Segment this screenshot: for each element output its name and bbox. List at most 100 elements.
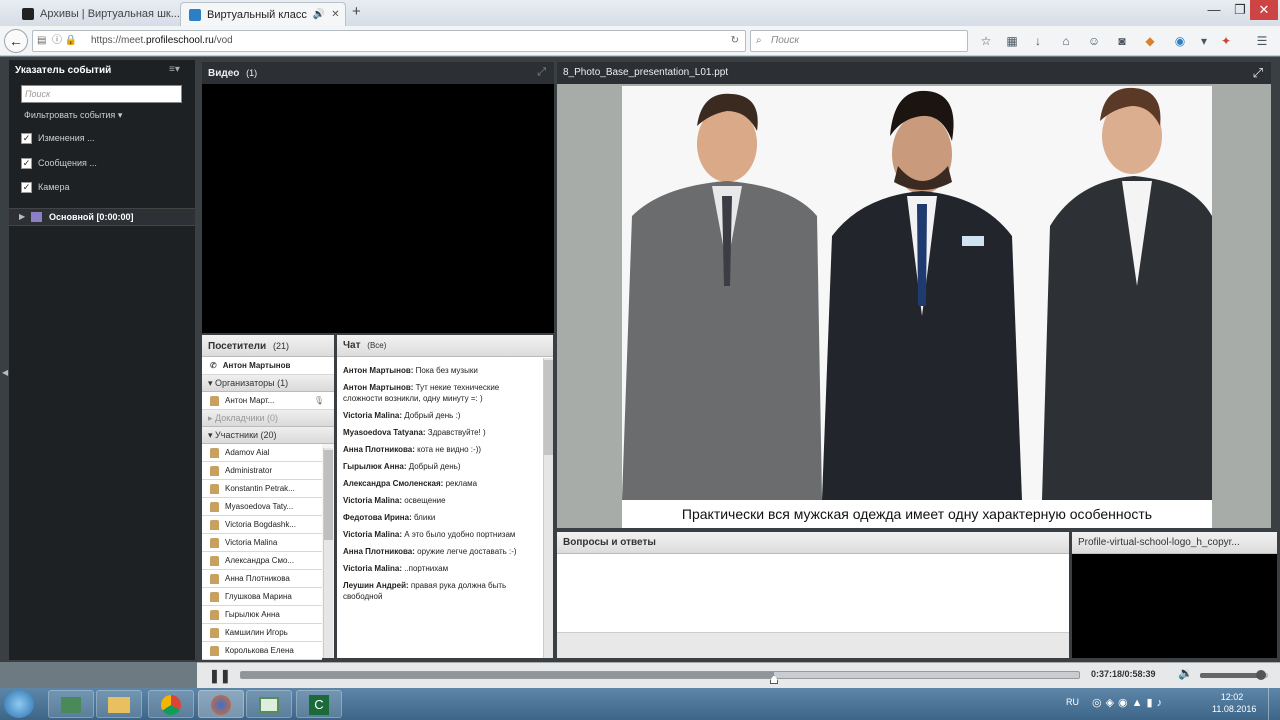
list-item[interactable]: Королькова Елена [202,642,322,660]
close-window-icon[interactable]: ✕ [1250,0,1278,20]
menu-icon[interactable]: ☰ [1254,33,1270,49]
timeline-main-item[interactable]: ▶ Основной [0:00:00] [9,208,195,226]
chat-panel: Чат (Все) Антон Мартынов: Пока без музык… [337,335,553,658]
participants-group[interactable]: ▾ Участники (20) [202,427,334,444]
qa-title: Вопросы и ответы [557,532,1069,554]
addon-icon[interactable]: ✦ [1218,33,1234,49]
list-item[interactable]: Анна Плотникова [202,570,322,588]
user-icon [210,645,219,656]
language-indicator[interactable]: RU [1066,697,1079,707]
tab-archives[interactable]: Архивы | Виртуальная шк... [14,2,180,26]
chat-scrollbar[interactable] [543,358,553,658]
chat-text: Пока без музыки [413,366,478,375]
list-item[interactable]: Камшилин Игорь [202,624,322,642]
speakers-group-label: Докладчики (0) [215,413,278,423]
chevron-down-icon: ▾ [208,378,213,388]
volume-slider[interactable] [1200,670,1268,680]
tray-icons[interactable]: ◎◈◉▲▮♪ [1092,696,1166,709]
close-icon[interactable]: ✕ [331,9,339,20]
bookmark-star-icon[interactable]: ☆ [978,33,994,49]
url-bar[interactable]: ▤ ⓘ 🔒 https://meet.profileschool.ru/vod … [32,30,746,52]
chrome-icon[interactable] [148,690,194,718]
filter-camera-checkbox[interactable]: ✓ [21,182,32,193]
explorer-icon[interactable] [96,690,142,718]
user-icon [210,573,219,584]
filter-changes-checkbox[interactable]: ✓ [21,133,32,144]
download-icon[interactable]: ↓ [1030,33,1046,49]
visitors-panel: Посетители (21) ✆ Антон Мартынов ▾ Орган… [202,335,334,660]
user-icon [210,555,219,566]
collapse-arrow-icon[interactable]: ◀ [2,368,8,377]
list-item[interactable]: Myasoedova Taty... [202,498,322,516]
events-search-input[interactable]: Поиск [21,85,182,103]
minimize-icon[interactable]: — [1200,0,1228,20]
list-item[interactable]: Konstantin Petrak... [202,480,322,498]
pause-icon[interactable]: ❚❚ [209,668,231,684]
computer-icon[interactable] [48,690,94,718]
scrollbar-thumb[interactable] [544,360,553,455]
firefox-icon[interactable] [198,690,244,718]
sync-icon[interactable]: ◉ [1172,33,1188,49]
pocket-icon[interactable]: ◙ [1114,33,1130,49]
qa-panel: Вопросы и ответы [557,532,1069,658]
fullscreen-icon[interactable]: ⤢ [1253,65,1263,81]
user-icon [210,395,219,406]
list-item[interactable]: Victoria Bogdashk... [202,516,322,534]
list-item[interactable]: Глушкова Марина [202,588,322,606]
reading-list-icon[interactable]: ▦ [1004,33,1020,49]
filter-messages-checkbox[interactable]: ✓ [21,158,32,169]
chat-author: Федотова Ирина: [343,513,412,522]
visitors-scrollbar[interactable] [323,448,333,658]
host-row[interactable]: ✆ Антон Мартынов [202,357,334,375]
participant-name: Гырылюк Анна [225,609,280,619]
new-tab-button[interactable]: + [352,3,361,20]
app-c-icon[interactable]: C [296,690,342,718]
chat-text: А это было удобно портнизам [401,530,516,539]
site-favicon-icon [189,8,201,21]
chat-text: реклама [443,479,478,488]
app-window-icon[interactable] [246,690,292,718]
playback-track[interactable] [240,671,1080,684]
speakers-group[interactable]: ▸ Докладчики (0) [202,410,334,427]
reload-icon[interactable]: ↻ [731,31,739,51]
filter-events-dropdown[interactable]: Фильтровать события ▾ [24,110,122,121]
home-icon[interactable]: ⌂ [1058,33,1074,49]
chat-message: Victoria Malina: Добрый день :) [337,408,541,425]
panel-menu-icon[interactable]: ≡▾ [169,64,180,75]
participant-name: Анна Плотникова [225,573,290,583]
chat-icon[interactable]: ☺ [1086,33,1102,49]
speaker-icon[interactable]: 🔊 [313,9,325,20]
windows-start-icon[interactable] [4,690,34,718]
filter-changes-label: Изменения ... [38,133,95,143]
list-item[interactable]: Антон Март... 🎙 [202,392,334,410]
search-input[interactable]: ⌕ Поиск [750,30,968,52]
visitors-title: Посетители [208,341,267,352]
slide-caption: Практически вся мужская одежда имеет одн… [622,500,1212,528]
back-icon[interactable]: ← [4,29,28,53]
show-desktop-button[interactable] [1268,688,1280,720]
filter-label: Фильтровать события [24,110,116,120]
visitors-header: Посетители (21) [202,335,334,357]
chevron-down-icon[interactable]: ▾ [1196,33,1212,49]
scrollbar-thumb[interactable] [324,450,333,540]
participant-name: Александра Смо... [225,555,295,565]
url-path: /vod [213,35,233,46]
list-item[interactable]: Александра Смо... [202,552,322,570]
chat-author: Myasoedova Tatyana: [343,428,426,437]
chat-text: кота не видно :-)) [414,445,482,454]
timeline-main-label: Основной [0:00:00] [49,212,134,222]
clock[interactable]: 12:02 11.08.2016 [1212,691,1256,715]
list-item[interactable]: Victoria Malina [202,534,322,552]
expand-arrow-icon[interactable]: ▶ [19,212,25,221]
qa-footer [557,632,1069,658]
search-placeholder: Поиск [771,35,800,46]
extension-icon[interactable]: ◆ [1142,33,1158,49]
tab-virtual-class[interactable]: Виртуальный класс 🔊 ✕ [180,2,346,26]
list-item[interactable]: Гырылюк Анна [202,606,322,624]
list-item[interactable]: Administrator [202,462,322,480]
organizers-group[interactable]: ▾ Организаторы (1) [202,375,334,392]
list-item[interactable]: Adamov Aial [202,444,322,462]
fullscreen-icon[interactable]: ⤢ [537,66,546,79]
chat-author: Леушин Андрей: [343,581,409,590]
volume-icon[interactable]: 🔉 [1178,666,1193,680]
